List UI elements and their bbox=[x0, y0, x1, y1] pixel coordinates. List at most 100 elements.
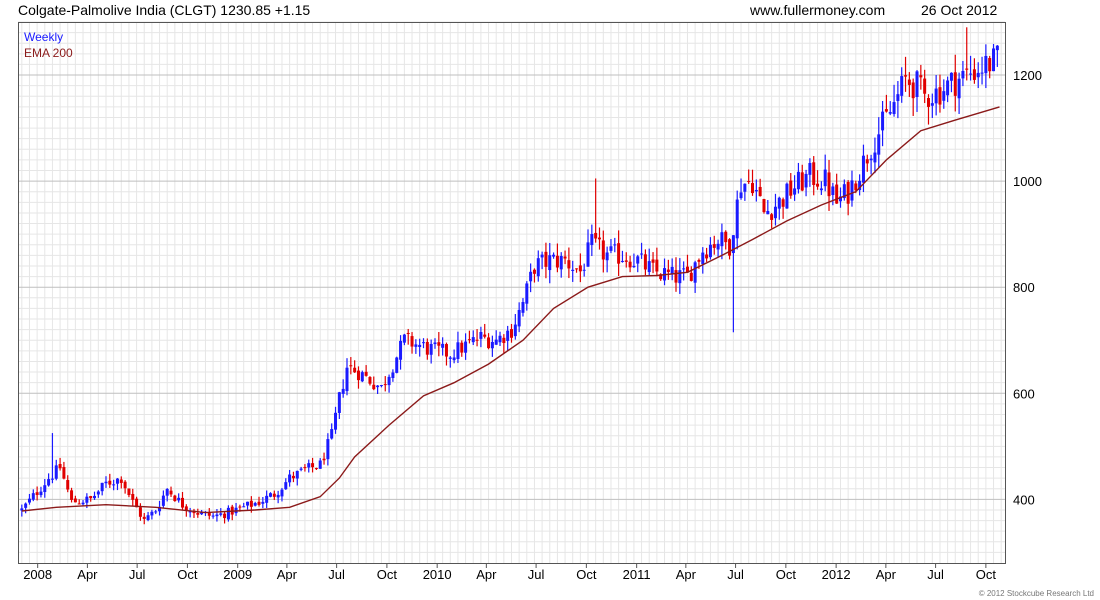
candle-body bbox=[173, 495, 177, 502]
x-tick-label: Jul bbox=[328, 567, 345, 582]
x-tick-label: Apr bbox=[77, 567, 98, 582]
legend-weekly: Weekly bbox=[24, 30, 64, 44]
candle-body bbox=[865, 159, 869, 164]
candle-body bbox=[552, 254, 556, 257]
candle-body bbox=[494, 339, 498, 345]
candle-body bbox=[58, 464, 62, 469]
candle-body bbox=[50, 478, 54, 480]
candle-body bbox=[643, 254, 647, 270]
candle-body bbox=[433, 342, 437, 345]
candle-body bbox=[716, 243, 720, 250]
candle-body bbox=[177, 497, 181, 501]
candle-body bbox=[861, 155, 865, 183]
candle-body bbox=[567, 260, 571, 269]
candle-body bbox=[448, 357, 452, 359]
candle-body bbox=[689, 272, 693, 281]
candle-body bbox=[196, 513, 200, 515]
candle-body bbox=[150, 511, 154, 516]
candle-body bbox=[754, 189, 758, 192]
candle-body bbox=[498, 335, 502, 343]
candle-body bbox=[532, 269, 536, 274]
candle-body bbox=[77, 503, 81, 505]
candle-body bbox=[43, 485, 47, 493]
candle-body bbox=[314, 468, 318, 470]
candle-body bbox=[356, 370, 360, 381]
candle-body bbox=[330, 429, 334, 439]
candle-body bbox=[513, 324, 517, 337]
candle-body bbox=[334, 412, 338, 430]
x-tick-label: Jul bbox=[727, 567, 744, 582]
candle-body bbox=[934, 88, 938, 104]
candle-body bbox=[62, 467, 66, 479]
candle-body bbox=[575, 268, 579, 270]
candle-body bbox=[261, 501, 265, 504]
candle-body bbox=[854, 183, 858, 191]
candle-body bbox=[253, 503, 257, 506]
candle-body bbox=[456, 342, 460, 360]
candle-body bbox=[219, 513, 223, 515]
candle-body bbox=[682, 268, 686, 270]
candle-body bbox=[892, 102, 896, 115]
candle-body bbox=[471, 337, 475, 343]
candle-body bbox=[559, 255, 563, 270]
candle-body bbox=[96, 491, 100, 495]
candle-body bbox=[762, 199, 766, 213]
candle-body bbox=[490, 341, 494, 349]
candle-body bbox=[678, 270, 682, 284]
candle-body bbox=[337, 392, 341, 413]
x-tick-label: Jul bbox=[528, 567, 545, 582]
y-tick-label: 1200 bbox=[1013, 68, 1042, 83]
x-tick-label: Oct bbox=[576, 567, 597, 582]
candle-body bbox=[115, 478, 119, 484]
candle-body bbox=[360, 372, 364, 382]
candle-body bbox=[322, 458, 326, 461]
candle-body bbox=[502, 337, 506, 344]
candle-body bbox=[104, 481, 108, 484]
candle-body bbox=[418, 344, 422, 347]
candle-body bbox=[47, 479, 51, 486]
candle-body bbox=[804, 173, 808, 188]
candle-body bbox=[353, 367, 357, 373]
candle-body bbox=[544, 251, 548, 267]
candle-body bbox=[953, 72, 957, 96]
candle-body bbox=[743, 183, 747, 192]
candle-body bbox=[307, 463, 311, 468]
candle-body bbox=[770, 214, 774, 220]
candle-body bbox=[984, 55, 988, 74]
candle-body bbox=[131, 493, 135, 500]
candle-body bbox=[268, 493, 272, 497]
candle-body bbox=[467, 339, 471, 341]
candle-body bbox=[399, 340, 403, 360]
candle-body bbox=[521, 302, 525, 313]
candle-body bbox=[808, 163, 812, 175]
candle-body bbox=[295, 470, 299, 479]
candle-body bbox=[881, 111, 885, 131]
candle-body bbox=[728, 239, 732, 256]
candle-body bbox=[161, 495, 165, 506]
candle-body bbox=[422, 342, 426, 344]
candle-body bbox=[988, 58, 992, 72]
candle-body bbox=[961, 70, 965, 79]
candle-body bbox=[311, 463, 315, 468]
candle-body bbox=[35, 492, 39, 495]
candle-body bbox=[869, 158, 873, 161]
candle-body bbox=[127, 488, 131, 496]
candle-body bbox=[938, 87, 942, 105]
candle-body bbox=[548, 255, 552, 271]
candle-body bbox=[345, 367, 349, 392]
x-tick-label: 2012 bbox=[822, 567, 851, 582]
candle-body bbox=[108, 480, 112, 485]
candle-body bbox=[246, 501, 250, 506]
candle-body bbox=[437, 342, 441, 346]
x-tick-label: 2011 bbox=[623, 567, 651, 582]
candle-body bbox=[276, 494, 280, 498]
candle-body bbox=[735, 199, 739, 239]
candle-body bbox=[429, 343, 433, 355]
price-chart: 400 600 800 1000 1200 2008 Apr Jul Oct 2009 Apr Jul… bbox=[18, 21, 1042, 582]
candle-body bbox=[766, 210, 770, 215]
candle-body bbox=[609, 246, 613, 251]
candle-body bbox=[487, 337, 491, 349]
x-tick-label: Apr bbox=[476, 567, 497, 582]
candle-body bbox=[70, 490, 74, 500]
candle-body bbox=[647, 261, 651, 273]
